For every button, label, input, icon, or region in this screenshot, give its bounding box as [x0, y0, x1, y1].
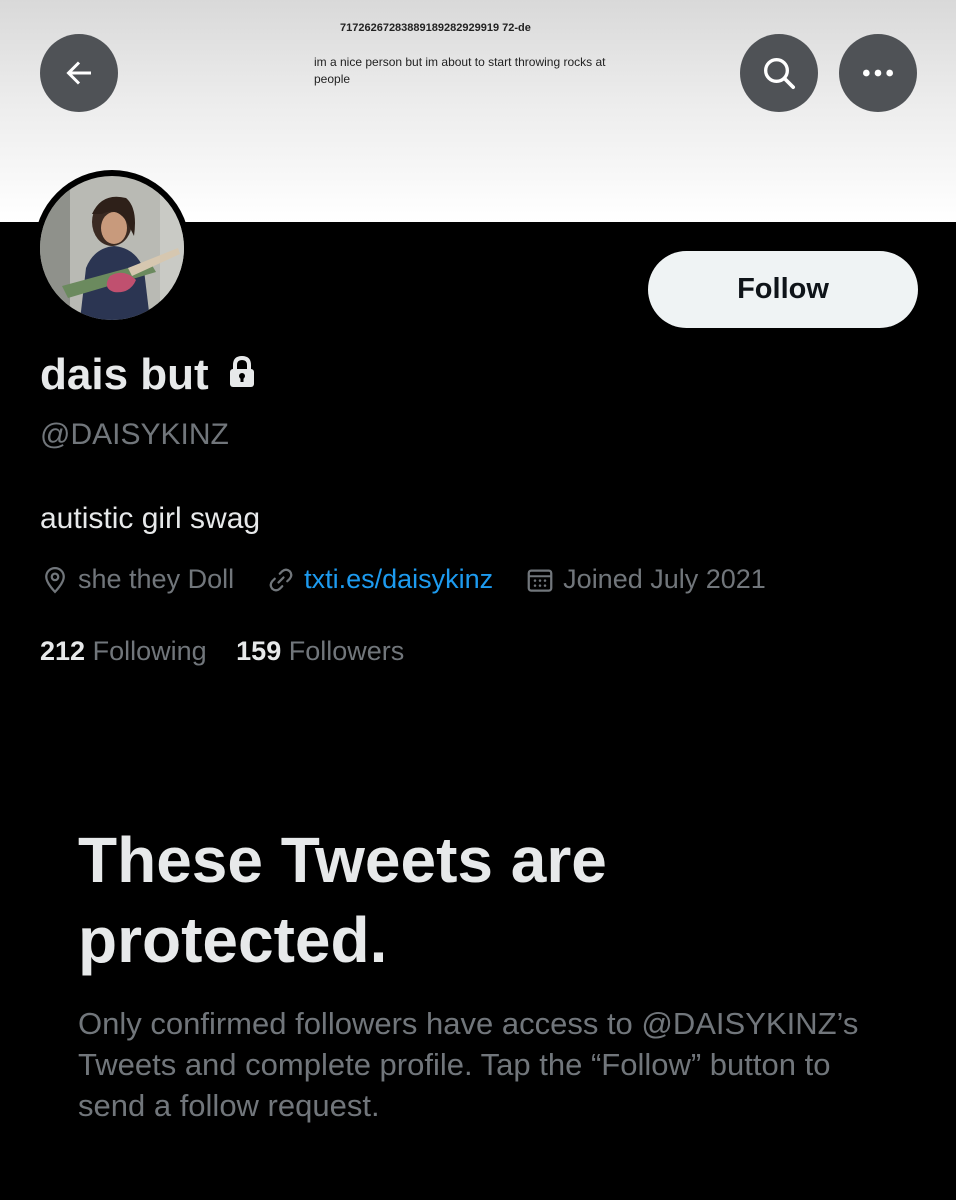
- following-label: Following: [92, 636, 207, 666]
- arrow-left-icon: [66, 61, 91, 85]
- search-button[interactable]: [740, 34, 818, 112]
- banner-id-text: 71726267283889189282929919 72-de: [340, 22, 531, 34]
- joined-text: Joined July 2021: [563, 564, 766, 594]
- more-button[interactable]: [839, 34, 917, 112]
- display-name: dais but: [40, 350, 209, 399]
- joined-item: Joined July 2021: [525, 564, 766, 595]
- banner-text: im a nice person but im about to start t…: [314, 55, 606, 86]
- followers-link[interactable]: 159 Followers: [236, 636, 404, 666]
- more-horizontal-icon: [863, 69, 893, 77]
- avatar-photo: [40, 176, 184, 320]
- profile-meta: she they Doll txti.es/daisykinz Joined J…: [40, 564, 766, 595]
- display-name-row: dais but: [40, 350, 257, 400]
- followers-count: 159: [236, 636, 282, 666]
- calendar-icon: [527, 569, 553, 592]
- back-button[interactable]: [40, 34, 118, 112]
- location-item: she they Doll: [40, 564, 234, 595]
- bio-text: autistic girl swag: [40, 502, 261, 535]
- avatar[interactable]: [34, 170, 190, 326]
- following-link[interactable]: 212 Following: [40, 636, 214, 666]
- follow-button[interactable]: Follow: [648, 251, 918, 328]
- search-icon: [764, 58, 795, 89]
- website-item[interactable]: txti.es/daisykinz: [266, 564, 493, 595]
- location-pin-icon: [45, 566, 65, 593]
- location-text: she they Doll: [78, 564, 235, 594]
- protected-description: Only confirmed followers have access to …: [78, 1006, 859, 1123]
- follow-counts: 212 Following 159 Followers: [40, 636, 404, 667]
- lock-icon: [227, 350, 257, 400]
- website-link[interactable]: txti.es/daisykinz: [304, 564, 493, 595]
- link-icon: [269, 568, 293, 591]
- following-count: 212: [40, 636, 86, 666]
- followers-label: Followers: [288, 636, 405, 666]
- user-handle: @DAISYKINZ: [40, 418, 229, 451]
- protected-title: These Tweets are protected.: [78, 824, 607, 976]
